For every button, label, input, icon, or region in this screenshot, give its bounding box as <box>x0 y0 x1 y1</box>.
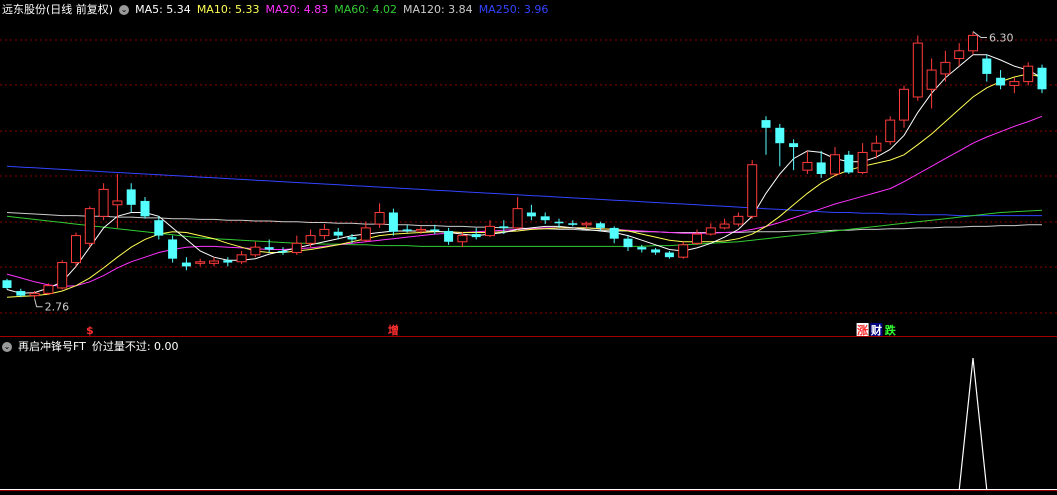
candle-body-up <box>512 208 523 229</box>
candle-body-up <box>374 212 385 225</box>
candle-body-up <box>692 233 702 244</box>
candle-body-down <box>2 280 12 288</box>
ma5-line <box>6 54 1043 294</box>
candle-body-up <box>733 215 744 225</box>
candle-body-up <box>940 61 951 75</box>
candle-body-down <box>789 143 799 148</box>
candle-body-up <box>457 235 468 243</box>
candle-body-down <box>333 231 343 236</box>
candle-body-up <box>926 69 937 90</box>
candle-body-up <box>719 223 730 229</box>
candle-body-down <box>181 262 191 267</box>
candle-body-up <box>29 292 40 297</box>
candle-body-down <box>554 221 564 224</box>
candle-body-up <box>195 261 206 264</box>
ma10-line <box>6 73 1043 298</box>
candle-body-down <box>540 216 550 221</box>
candle-body-down <box>844 154 854 173</box>
indicator-title: 再启冲锋号FT <box>18 340 86 353</box>
candle-body-down <box>568 223 578 225</box>
candle-body-down <box>388 212 398 232</box>
candle-body-down <box>637 247 647 250</box>
event-marker-4: 跌 <box>885 323 897 337</box>
candle-body-down <box>126 189 136 205</box>
candle-body-up <box>678 244 689 258</box>
candle-body-up <box>291 242 302 254</box>
event-marker-1: 增 <box>388 323 399 337</box>
candle-body-up <box>885 119 896 143</box>
candle-body-down <box>140 200 150 217</box>
candle-body-down <box>444 230 454 242</box>
candle-body-up <box>1009 81 1020 86</box>
candle-body-down <box>16 291 26 296</box>
candle-body-down <box>609 227 619 239</box>
candle-body-down <box>816 162 826 174</box>
candle-body-up <box>857 151 868 173</box>
indicator-value-0: 价过量不过: 0.00 <box>91 340 179 353</box>
candle-body-down <box>471 234 481 238</box>
candle-body-up <box>830 154 840 175</box>
candle-body-down <box>223 260 233 263</box>
candle-body-up <box>1023 65 1034 83</box>
candle-body-down <box>526 212 536 217</box>
candle-body-up <box>871 142 882 152</box>
candle-body-up <box>209 260 219 264</box>
low-marker-line <box>34 298 43 308</box>
candle-body-up <box>954 50 965 59</box>
candle-body-up <box>416 228 426 232</box>
candle-body-down <box>996 77 1006 86</box>
candle-body-up <box>112 200 123 206</box>
candle-body-down <box>1037 67 1047 90</box>
low-price-label: 2.76 <box>45 301 70 314</box>
candle-body-down <box>154 220 164 236</box>
candle-body-down <box>982 58 992 74</box>
candle-body-down <box>761 120 771 128</box>
candle-body-up <box>912 42 923 98</box>
candle-body-up <box>57 262 68 289</box>
candle-body-down <box>278 251 288 253</box>
candle-body-up <box>250 246 261 256</box>
indicator-header: ⌄ 再启冲锋号FT 价过量不过: 0.00 <box>2 340 191 354</box>
ma250-line <box>6 165 1042 217</box>
candle-body-up <box>71 235 81 264</box>
candle-body-down <box>402 229 412 231</box>
signal-spike <box>958 357 988 491</box>
event-marker-2: 涨 <box>857 323 868 337</box>
candle-body-up <box>236 254 247 263</box>
candle-body-up <box>485 225 495 237</box>
candle-body-down <box>168 239 178 259</box>
event-marker-3: 财 <box>870 323 882 337</box>
candle-body-down <box>430 229 440 231</box>
high-price-label: 6.30 <box>989 32 1014 45</box>
toggle-icon[interactable]: ⌄ <box>2 342 12 352</box>
chart-window: 远东股份(日线 前复权) ⌄ MA5: 5.34 MA10: 5.33 MA20: 4.… <box>0 0 1057 495</box>
candle-body-down <box>664 252 674 258</box>
candle-body-down <box>264 247 274 250</box>
candle-body-up <box>581 222 592 226</box>
candle-body-up <box>360 227 371 241</box>
event-marker-0: $ <box>86 324 94 337</box>
candle-body-down <box>651 249 661 253</box>
kline-chart: 6.30 2.76 $ 增 涨财跌 <box>0 31 1057 491</box>
candle-body-up <box>747 164 758 217</box>
candle-body-up <box>305 235 316 244</box>
candle-body-down <box>775 127 785 144</box>
candle-body-up <box>319 228 330 237</box>
candle-body-down <box>347 237 357 240</box>
candle-body-down <box>623 238 633 248</box>
candle-body-up <box>802 161 813 171</box>
candle-body-down <box>595 223 605 228</box>
candle-body-up <box>84 208 95 244</box>
candle-body-up <box>899 88 909 121</box>
candle-body-up <box>43 285 54 294</box>
candle-body-up <box>705 227 716 235</box>
candle-body-down <box>499 226 509 228</box>
candle-body-up <box>968 34 978 52</box>
candle-body-up <box>98 188 109 217</box>
